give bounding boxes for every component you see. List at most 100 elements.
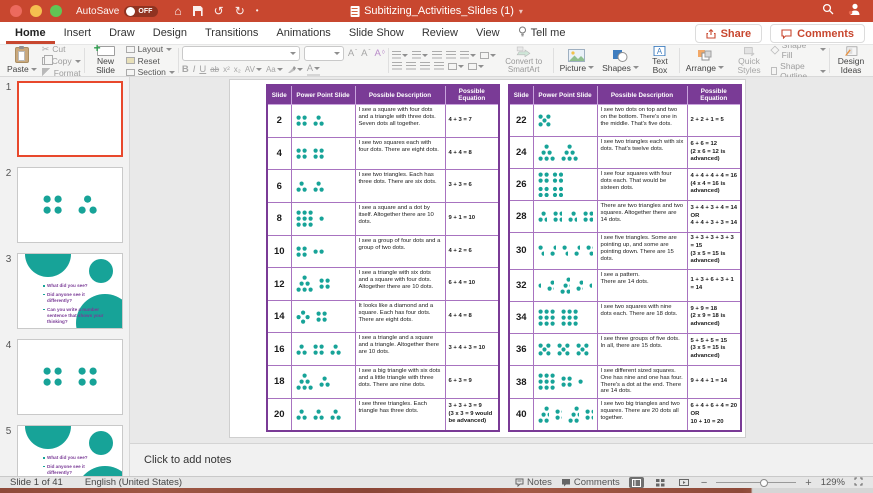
slide-thumbnail-1[interactable]: SlidePower Point SlidePossible Descripti…: [17, 81, 123, 157]
font-size-select[interactable]: [303, 45, 344, 61]
equation-cell[interactable]: 5 + 5 + 5 = 15 (3 x 5 = 15 is advanced): [686, 332, 742, 366]
subscript-button[interactable]: x₂: [234, 65, 241, 74]
slide-number-cell[interactable]: 30: [508, 231, 534, 270]
dot-pattern-cell[interactable]: [532, 167, 598, 201]
tab-design[interactable]: Design: [144, 22, 196, 44]
equation-cell[interactable]: 4 + 4 + 4 + 4 = 16 (4 x 4 = 16 is advanc…: [686, 167, 742, 201]
description-cell[interactable]: There are two triangles and two squares.…: [596, 199, 688, 233]
slide-number-cell[interactable]: 14: [266, 299, 292, 334]
dot-pattern-cell[interactable]: [290, 169, 356, 203]
search-icon[interactable]: [822, 2, 834, 20]
copy-button[interactable]: Copy: [41, 54, 81, 66]
shapes-button[interactable]: Shapes: [599, 46, 642, 75]
slide-number-cell[interactable]: 40: [508, 398, 534, 432]
dot-pattern-cell[interactable]: [290, 332, 356, 367]
language-indicator[interactable]: English (United States): [85, 477, 182, 488]
dot-pattern-cell[interactable]: [532, 199, 598, 233]
close-window-button[interactable]: [10, 5, 22, 17]
slide-number-cell[interactable]: 12: [266, 267, 292, 301]
zoom-slider-knob[interactable]: [760, 478, 769, 487]
description-cell[interactable]: I see a square with four dots and a tria…: [354, 104, 446, 138]
dot-pattern-cell[interactable]: [290, 299, 356, 334]
comments-button[interactable]: Comments: [770, 24, 865, 43]
convert-to-smartart-button[interactable]: Convert to SmartArt: [498, 46, 550, 75]
slide-number-cell[interactable]: 26: [508, 167, 534, 201]
slide-thumbnail-panel[interactable]: 1 SlidePower Point SlidePossible Descrip…: [0, 77, 130, 476]
description-cell[interactable]: I see a big triangle with six dots and a…: [354, 365, 446, 399]
description-cell[interactable]: I see five triangles. Some are pointing …: [596, 231, 688, 270]
section-button[interactable]: Section: [125, 67, 175, 77]
slide-number-cell[interactable]: 10: [266, 234, 292, 269]
notes-pane[interactable]: Click to add notes: [130, 443, 873, 476]
bold-button[interactable]: B: [182, 64, 189, 75]
equation-cell[interactable]: 3 + 3 = 6: [444, 169, 500, 203]
normal-view-button[interactable]: [628, 477, 644, 488]
dot-pattern-cell[interactable]: [290, 136, 356, 171]
equation-cell[interactable]: 4 + 4 = 8: [444, 299, 500, 334]
dot-pattern-cell[interactable]: [290, 365, 356, 399]
tab-transitions[interactable]: Transitions: [196, 22, 267, 44]
document-title-area[interactable]: Subitizing_Activities_Slides (1) ▾: [350, 5, 523, 17]
layout-button[interactable]: Layout: [125, 44, 175, 54]
new-slide-button[interactable]: New Slide: [88, 41, 124, 75]
equation-cell[interactable]: 9 + 9 = 18 (2 x 9 = 18 is advanced): [686, 300, 742, 334]
dot-pattern-cell[interactable]: [532, 300, 598, 334]
description-cell[interactable]: I see two dots on top and two on the bot…: [596, 104, 688, 137]
bullets-button[interactable]: [391, 51, 408, 60]
equation-cell[interactable]: 9 + 1 = 10: [444, 201, 500, 236]
description-cell[interactable]: I see a group of four dots and a group o…: [354, 234, 446, 269]
save-icon[interactable]: [192, 6, 203, 16]
slide-number-cell[interactable]: 18: [266, 365, 292, 399]
dot-pattern-cell[interactable]: [290, 234, 356, 269]
home-icon[interactable]: ⌂: [174, 5, 181, 17]
slide-thumbnail-3[interactable]: What did you see? Did anyone see it diffe…: [17, 253, 123, 329]
description-cell[interactable]: I see a square and a dot by itself. Alto…: [354, 201, 446, 236]
change-case-button[interactable]: Aa: [266, 65, 283, 74]
dot-pattern-cell[interactable]: [532, 398, 598, 432]
dot-pattern-cell[interactable]: [532, 268, 598, 302]
description-cell[interactable]: I see four squares with four dots each. …: [596, 167, 688, 201]
description-cell[interactable]: I see two big triangles and two squares.…: [596, 398, 688, 432]
align-center-button[interactable]: [405, 62, 416, 70]
minimize-window-button[interactable]: [30, 5, 42, 17]
picture-button[interactable]: Picture: [557, 46, 597, 75]
slide-number-cell[interactable]: 22: [508, 104, 534, 137]
undo-icon[interactable]: ↺: [214, 5, 224, 17]
slide-sorter-view-button[interactable]: [653, 477, 668, 488]
clear-formatting-button[interactable]: A ◊: [375, 48, 385, 59]
notes-toggle-button[interactable]: Notes: [515, 477, 552, 488]
zoom-in-button[interactable]: +: [805, 477, 811, 489]
quick-styles-button[interactable]: Quick Styles: [729, 46, 769, 75]
dot-pattern-cell[interactable]: [290, 201, 356, 236]
decrease-font-size-button[interactable]: Aˇ: [361, 48, 370, 59]
slide-number-cell[interactable]: 24: [508, 135, 534, 169]
slide-number-cell[interactable]: 32: [508, 268, 534, 302]
equation-cell[interactable]: 3 + 4 + 3 + 4 = 14 OR 4 + 4 + 3 + 3 = 14: [686, 199, 742, 233]
description-cell[interactable]: I see two squares each with four dots. T…: [354, 136, 446, 171]
slide-thumbnail-5[interactable]: What did you see? Did anyone see it diffe…: [17, 425, 123, 476]
description-cell[interactable]: I see two triangles. Each has three dots…: [354, 169, 446, 203]
align-left-button[interactable]: [391, 62, 402, 70]
tab-animations[interactable]: Animations: [267, 22, 339, 44]
description-cell[interactable]: I see different sized squares. One has n…: [596, 364, 688, 400]
share-button[interactable]: Share: [694, 24, 763, 43]
numbering-button[interactable]: [411, 51, 428, 60]
equation-cell[interactable]: 3 + 3 + 3 + 3 + 3 = 15 (3 x 5 = 15 is ad…: [686, 231, 742, 270]
equation-cell[interactable]: 6 + 4 = 10: [444, 267, 500, 301]
italic-button[interactable]: I: [193, 64, 196, 75]
slide-number-cell[interactable]: 38: [508, 364, 534, 400]
line-spacing-button[interactable]: [459, 51, 476, 60]
dot-pattern-cell[interactable]: [532, 104, 598, 137]
slide-number-cell[interactable]: 6: [266, 169, 292, 203]
slide-number-cell[interactable]: 20: [266, 397, 292, 432]
subitizing-table-right[interactable]: Slide Power Point Slide Possible Descripti…: [508, 84, 742, 432]
slide-number-cell[interactable]: 8: [266, 201, 292, 236]
description-cell[interactable]: I see a pattern. There are 14 dots.: [596, 268, 688, 302]
dot-pattern-cell[interactable]: [290, 267, 356, 301]
paste-button[interactable]: Paste: [4, 46, 40, 75]
dot-pattern-cell[interactable]: [532, 231, 598, 270]
equation-cell[interactable]: 6 + 3 = 9: [444, 365, 500, 399]
account-avatar-icon[interactable]: [848, 2, 861, 20]
arrange-button[interactable]: Arrange: [683, 46, 727, 75]
equation-cell[interactable]: 1 + 3 + 6 + 3 + 1 = 14: [686, 268, 742, 302]
